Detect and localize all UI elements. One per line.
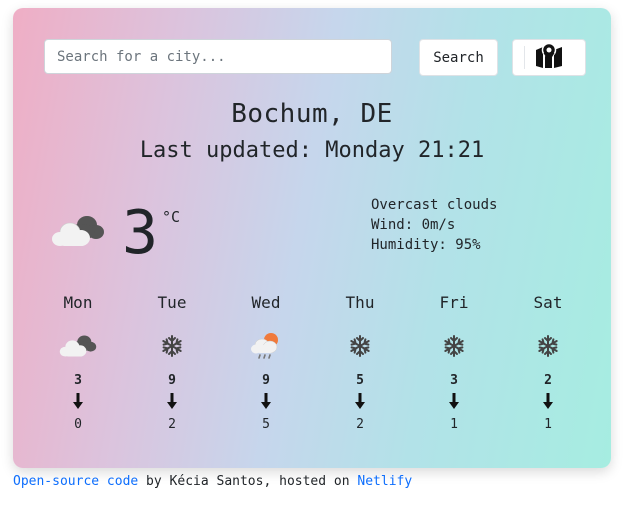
arrow-down-icon <box>125 393 219 411</box>
forecast-day: Thu 5 2 <box>313 293 407 433</box>
cloudy-icon <box>31 329 125 363</box>
forecast-low: 0 <box>74 417 82 432</box>
last-updated: Last updated: Monday 21:21 <box>139 138 485 163</box>
forecast-high: 9 <box>262 373 270 388</box>
current-temperature: 3 <box>122 198 159 268</box>
snowflake-icon <box>125 329 219 363</box>
forecast-high: 3 <box>450 373 458 388</box>
forecast-day: Fri 3 1 <box>407 293 501 433</box>
snowflake-icon <box>313 329 407 363</box>
forecast-day: Sat 2 1 <box>501 293 595 433</box>
humidity: Humidity: 95% <box>371 237 481 253</box>
forecast-day: Mon 3 0 <box>31 293 125 433</box>
snowflake-icon <box>501 329 595 363</box>
forecast-day: Wed 9 5 <box>219 293 313 433</box>
arrow-down-icon <box>313 393 407 411</box>
forecast-high: 9 <box>168 373 176 388</box>
forecast-high: 2 <box>544 373 552 388</box>
forecast-day-name: Mon <box>63 293 93 312</box>
arrow-down-icon <box>501 393 595 411</box>
arrow-down-icon <box>31 393 125 411</box>
temperature-unit[interactable]: °C <box>162 208 180 226</box>
map-button[interactable] <box>512 39 586 76</box>
forecast-low: 2 <box>356 417 364 432</box>
arrow-down-icon <box>219 393 313 411</box>
forecast-day-name: Wed <box>251 293 281 312</box>
search-button[interactable]: Search <box>419 39 498 76</box>
wind-speed: Wind: 0m/s <box>371 217 456 233</box>
map-icon <box>535 42 563 73</box>
weather-details: Overcast clouds Wind: 0m/s Humidity: 95% <box>371 195 497 255</box>
forecast-low: 1 <box>450 417 458 432</box>
weather-card: Search Bochum, DE Last updated: Monday 2… <box>13 8 611 468</box>
forecast-day-name: Fri <box>439 293 469 312</box>
forecast-high: 5 <box>356 373 364 388</box>
footer: Open-source code by Kécia Santos, hosted… <box>13 474 412 489</box>
footer-credit: by Kécia Santos, hosted on <box>138 474 358 489</box>
source-code-link[interactable]: Open-source code <box>13 474 138 489</box>
cloudy-icon <box>51 211 105 255</box>
forecast-day: Tue 9 2 <box>125 293 219 433</box>
snowflake-icon <box>407 329 501 363</box>
forecast-day-name: Thu <box>345 293 375 312</box>
forecast-high: 3 <box>74 373 82 388</box>
rain-sun-icon <box>219 329 313 363</box>
weather-description: Overcast clouds <box>371 197 498 213</box>
forecast-low: 1 <box>544 417 552 432</box>
forecast-day-name: Sat <box>533 293 563 312</box>
search-input[interactable] <box>44 39 392 74</box>
netlify-link[interactable]: Netlify <box>357 474 412 489</box>
forecast-day-name: Tue <box>157 293 187 312</box>
arrow-down-icon <box>407 393 501 411</box>
button-divider <box>524 46 525 69</box>
forecast-low: 5 <box>262 417 270 432</box>
forecast-low: 2 <box>168 417 176 432</box>
city-name: Bochum, DE <box>231 99 393 129</box>
